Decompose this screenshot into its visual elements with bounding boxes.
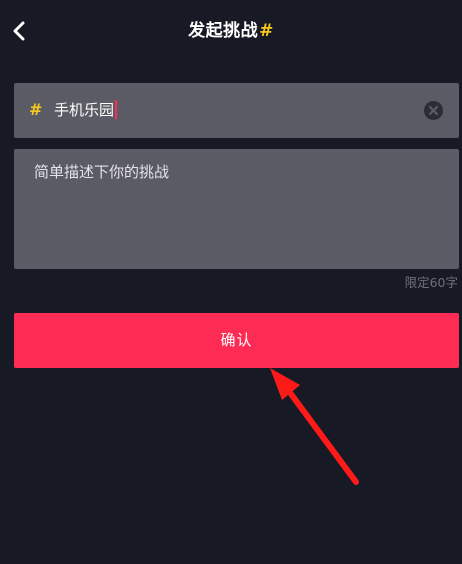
description-placeholder: 简单描述下你的挑战 (34, 163, 170, 181)
page-title-text: 发起挑战 (188, 21, 259, 41)
description-textarea[interactable]: 简单描述下你的挑战 (14, 149, 459, 269)
page-title: 发起挑战# (0, 20, 462, 42)
clear-button[interactable] (424, 101, 443, 120)
confirm-button[interactable]: 确认 (14, 313, 459, 368)
topic-text: 手机乐园 (54, 101, 115, 119)
topic-input-field[interactable]: # 手机乐园 (14, 83, 459, 138)
text-cursor (115, 100, 118, 119)
clear-circle-icon (424, 101, 443, 120)
hashtag-icon: # (29, 100, 43, 119)
topic-input-value[interactable]: 手机乐园 (54, 99, 118, 121)
character-limit-hint: 限定60字 (404, 275, 458, 290)
top-bar: 发起挑战# (0, 0, 462, 62)
title-hash-icon: # (259, 21, 274, 41)
